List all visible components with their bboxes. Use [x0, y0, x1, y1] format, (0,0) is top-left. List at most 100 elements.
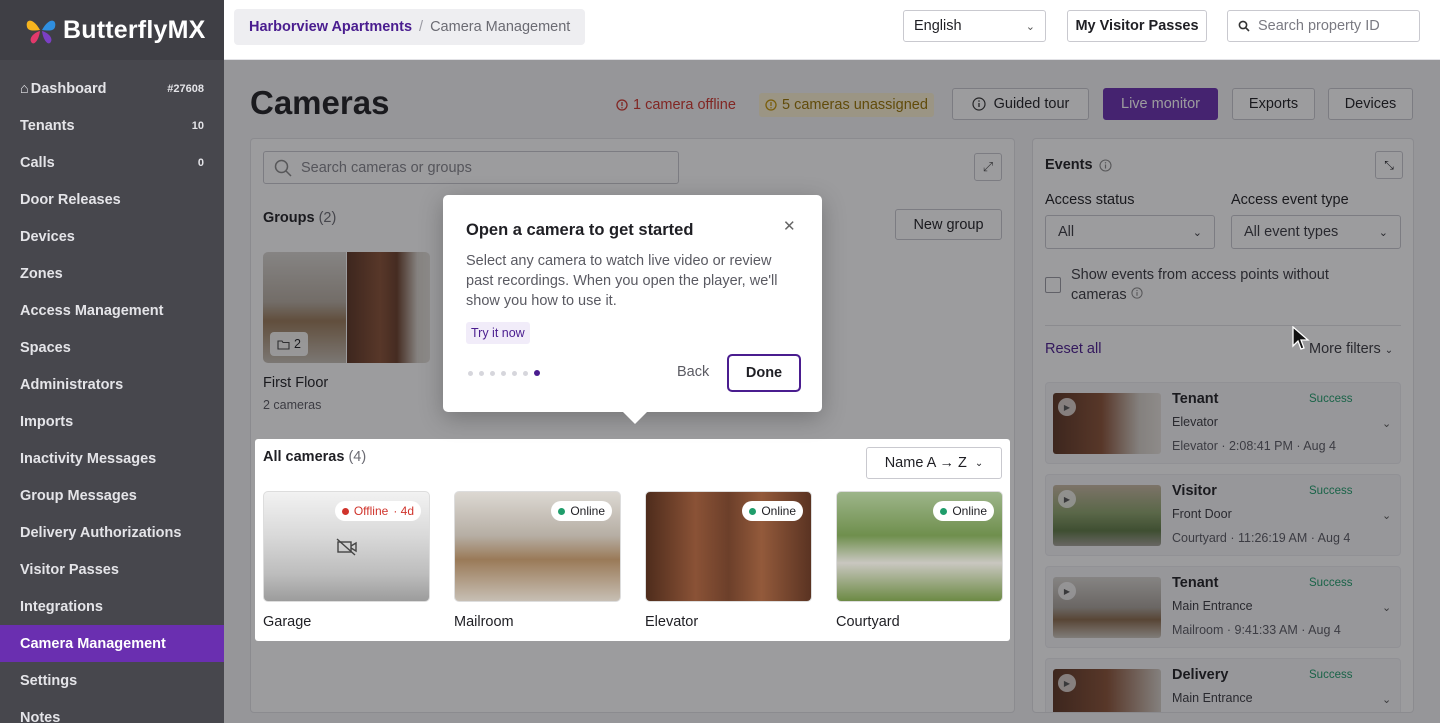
camera-offline-duration: · 4d	[393, 504, 414, 518]
step-dot	[501, 370, 506, 376]
onboarding-popover: Open a camera to get started ✕ Select an…	[443, 195, 822, 424]
chevron-down-icon: ⌄	[974, 457, 984, 469]
sidebar-item-integrations[interactable]: Integrations	[0, 588, 224, 625]
camera-card-courtyard[interactable]: Online	[836, 491, 1003, 602]
sidebar-item-access-management[interactable]: Access Management	[0, 292, 224, 329]
sidebar-item-calls[interactable]: Calls 0	[0, 144, 224, 181]
sidebar-item-delivery-authorizations[interactable]: Delivery Authorizations	[0, 514, 224, 551]
close-icon[interactable]: ✕	[783, 217, 796, 235]
status-dot	[558, 507, 566, 515]
step-dot	[512, 370, 517, 376]
sidebar-item-visitor-passes[interactable]: Visitor Passes	[0, 551, 224, 588]
sidebar-item-devices[interactable]: Devices	[0, 218, 224, 255]
sidebar-item-label: Calls	[20, 154, 55, 171]
sidebar-item-administrators[interactable]: Administrators	[0, 366, 224, 403]
sidebar-item-count: #27608	[167, 82, 204, 95]
sidebar-item-label: Administrators	[20, 376, 124, 393]
sidebar-item-label: Visitor Passes	[20, 561, 119, 578]
brand-logo[interactable]: ButterflyMX	[0, 0, 224, 60]
sidebar-item-label: Camera Management	[20, 635, 166, 652]
camera-card-elevator[interactable]: Online	[645, 491, 812, 602]
camera-status-badge: Online	[742, 501, 803, 521]
all-cameras-section: All cameras (4) Name A → Z ⌄ Offline · 4d…	[255, 439, 1010, 641]
camera-name[interactable]: Courtyard	[836, 614, 900, 630]
back-button[interactable]: Back	[677, 364, 709, 380]
camera-off-icon	[336, 538, 357, 556]
sidebar-item-dashboard[interactable]: ⌂ Dashboard #27608	[0, 70, 224, 107]
done-button[interactable]: Done	[727, 354, 801, 392]
step-dot	[534, 370, 540, 376]
camera-name[interactable]: Garage	[263, 614, 311, 630]
sidebar-item-camera-management[interactable]: Camera Management	[0, 625, 224, 662]
search-icon	[1238, 20, 1250, 32]
sidebar-item-label: Tenants	[20, 117, 75, 134]
sidebar-item-label: Group Messages	[20, 487, 137, 504]
breadcrumb-current: Camera Management	[430, 19, 571, 35]
home-icon: ⌂	[20, 80, 29, 97]
sort-label: Name A → Z	[884, 455, 967, 471]
camera-status-badge: Online	[933, 501, 994, 521]
step-dot	[479, 370, 484, 376]
popover-arrow	[623, 412, 647, 424]
popover-body: Select any camera to watch live video or…	[466, 253, 778, 309]
topbar: Harborview Apartments / Camera Managemen…	[224, 0, 1440, 60]
camera-status: Online	[761, 504, 796, 518]
sidebar-item-label: Door Releases	[20, 191, 121, 208]
camera-status-badge: Online	[551, 501, 612, 521]
camera-name[interactable]: Mailroom	[454, 614, 514, 630]
sidebar-item-label: Spaces	[20, 339, 71, 356]
sidebar-item-label: Imports	[20, 413, 74, 430]
status-dot	[341, 507, 349, 515]
popover-title: Open a camera to get started	[466, 221, 694, 239]
sidebar-item-imports[interactable]: Imports	[0, 403, 224, 440]
sidebar-item-tenants[interactable]: Tenants 10	[0, 107, 224, 144]
brand-name: ButterflyMX	[63, 15, 206, 44]
sidebar-item-label: Integrations	[20, 598, 103, 615]
step-dot	[490, 370, 495, 376]
breadcrumb-property[interactable]: Harborview Apartments	[249, 19, 412, 35]
sidebar-item-label: Devices	[20, 228, 75, 245]
step-indicator	[468, 370, 540, 376]
all-cameras-label: All cameras	[263, 449, 345, 465]
my-visitor-passes-button[interactable]: My Visitor Passes	[1067, 10, 1207, 42]
chevron-down-icon: ⌄	[1025, 20, 1035, 33]
sidebar-item-label: Settings	[20, 672, 78, 689]
sidebar-item-label: Zones	[20, 265, 63, 282]
sidebar-item-group-messages[interactable]: Group Messages	[0, 477, 224, 514]
property-search-input[interactable]: Search property ID	[1227, 10, 1420, 42]
sidebar-item-notes[interactable]: Notes	[0, 699, 224, 723]
sidebar-item-spaces[interactable]: Spaces	[0, 329, 224, 366]
camera-name[interactable]: Elevator	[645, 614, 698, 630]
step-dot	[523, 370, 528, 376]
mouse-cursor-icon	[1292, 326, 1310, 350]
language-select[interactable]: English ⌄	[903, 10, 1046, 42]
sidebar-item-label: Access Management	[20, 302, 164, 319]
camera-card-garage[interactable]: Offline · 4d	[263, 491, 430, 602]
sidebar-item-inactivity-messages[interactable]: Inactivity Messages	[0, 440, 224, 477]
sidebar-item-settings[interactable]: Settings	[0, 662, 224, 699]
sidebar-item-label: Delivery Authorizations	[20, 524, 182, 541]
status-dot	[940, 507, 948, 515]
language-value: English	[914, 18, 962, 34]
camera-status: Online	[570, 504, 605, 518]
sidebar-item-door-releases[interactable]: Door Releases	[0, 181, 224, 218]
camera-status-badge: Offline · 4d	[334, 501, 421, 521]
sidebar-item-label: Notes	[20, 709, 61, 723]
sidebar: ButterflyMX ⌂ Dashboard #27608 Tenants 10 Ca…	[0, 0, 224, 723]
breadcrumb-separator: /	[419, 19, 424, 35]
sidebar-item-label: Inactivity Messages	[20, 450, 157, 467]
breadcrumb: Harborview Apartments / Camera Managemen…	[234, 9, 586, 45]
sidebar-item-zones[interactable]: Zones	[0, 255, 224, 292]
all-cameras-heading: All cameras (4)	[263, 449, 366, 465]
sidebar-item-label: Dashboard	[30, 80, 107, 97]
camera-card-mailroom[interactable]: Online	[454, 491, 621, 602]
status-dot	[749, 507, 757, 515]
camera-status: Offline	[353, 504, 389, 518]
camera-status: Online	[952, 504, 987, 518]
sort-select[interactable]: Name A → Z ⌄	[866, 447, 1002, 479]
try-it-now-button[interactable]: Try it now	[466, 322, 530, 344]
butterfly-logo-icon	[26, 20, 56, 44]
step-dot	[468, 370, 473, 376]
sidebar-item-count: 0	[197, 156, 204, 169]
property-search-placeholder: Search property ID	[1258, 18, 1380, 34]
